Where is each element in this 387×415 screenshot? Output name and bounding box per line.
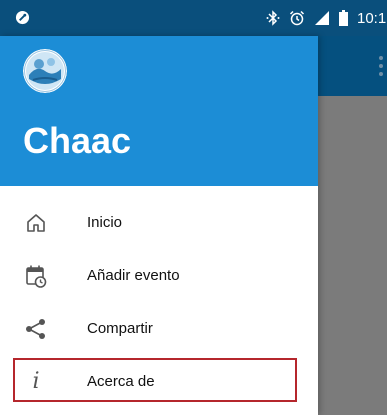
home-icon xyxy=(24,211,48,235)
drawer-header: Chaac xyxy=(0,36,318,186)
signal-icon xyxy=(314,10,330,26)
menu-item-compartir[interactable]: Compartir xyxy=(0,302,318,355)
share-icon xyxy=(24,317,48,341)
info-icon: i xyxy=(32,369,40,394)
drawer-scrim[interactable] xyxy=(318,96,387,415)
navigation-drawer: Chaac Inicio Añadir evento Compartir i A… xyxy=(0,36,318,415)
menu-item-label: Compartir xyxy=(87,320,153,337)
bluetooth-icon xyxy=(266,10,280,26)
app-logo-icon xyxy=(23,49,67,93)
app-name: Chaac xyxy=(23,120,132,161)
drawer-menu: Inicio Añadir evento Compartir i Acerca … xyxy=(0,196,318,408)
menu-item-anadir-evento[interactable]: Añadir evento xyxy=(0,249,318,302)
menu-item-label: Añadir evento xyxy=(87,267,180,284)
menu-item-label: Inicio xyxy=(87,214,123,231)
status-time: 10:1 xyxy=(357,9,387,27)
calendar-add-icon xyxy=(24,264,48,288)
overflow-menu-icon[interactable] xyxy=(379,56,383,76)
status-bar: 10:1 xyxy=(0,0,387,36)
highlight-box xyxy=(13,358,297,402)
menu-item-label: Acerca de xyxy=(87,373,155,390)
app-toolbar xyxy=(318,36,387,96)
app-notification-icon xyxy=(15,10,30,25)
alarm-icon xyxy=(289,10,305,26)
menu-item-inicio[interactable]: Inicio xyxy=(0,196,318,249)
menu-item-acerca-de[interactable]: i Acerca de xyxy=(0,355,318,408)
battery-icon xyxy=(339,10,348,26)
